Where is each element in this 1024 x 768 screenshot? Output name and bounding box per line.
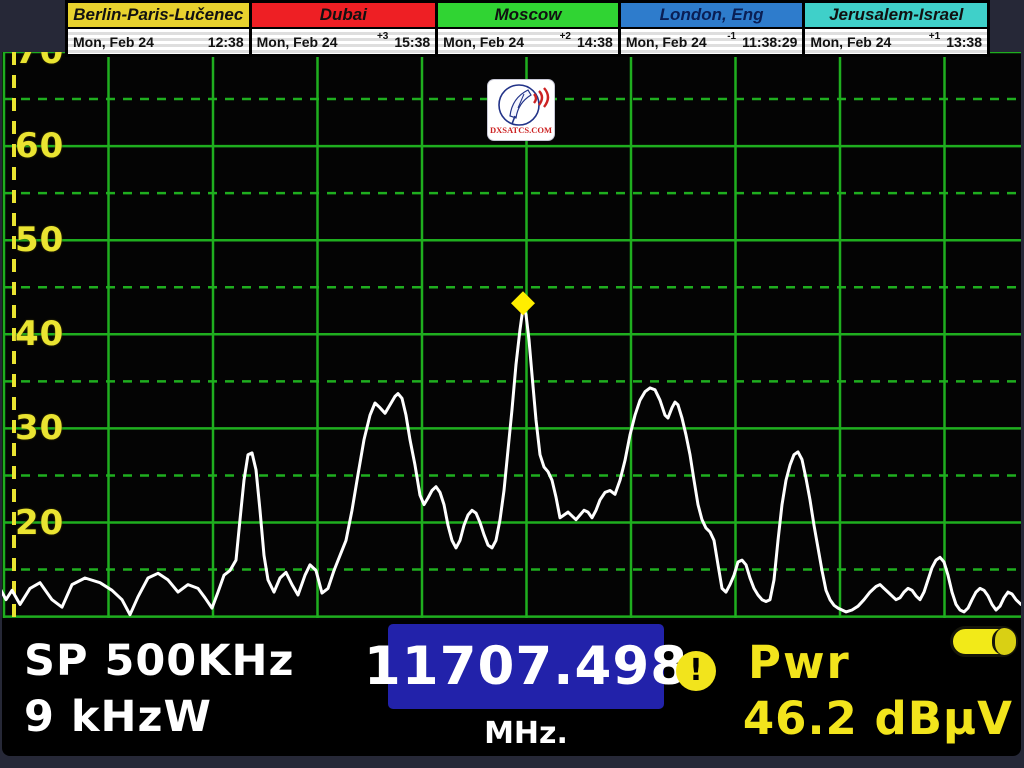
clock-utc-offset: +2	[560, 29, 571, 42]
frequency-value: 11707.498	[364, 636, 688, 697]
clock-datetime-row: Mon, Feb 24 -1 11:38:29	[621, 29, 803, 54]
clock-date: Mon, Feb 24	[257, 34, 377, 50]
bottom-readout-bar: SP 500KHz 9 kHzW 11707.498 MHz. ! Pwr 46…	[2, 620, 1021, 756]
clock-date: Mon, Feb 24	[810, 34, 928, 50]
clock-city-header: Moscow	[438, 3, 618, 27]
logo-text: DXSATCS.COM	[490, 125, 552, 135]
dxsatcs-logo: DXSATCS.COM	[488, 80, 554, 140]
y-axis-tick-label: 20	[15, 503, 64, 543]
clock-city-header: Jerusalem-Israel	[805, 3, 987, 27]
signal-wave-icon	[534, 94, 536, 103]
signal-wave-icon	[544, 88, 548, 107]
dish-reflector	[510, 90, 531, 118]
alert-glyph: !	[689, 651, 703, 691]
y-axis-tick-label: 50	[15, 220, 64, 260]
clock-column-berlin: Berlin-Paris-Lučenec Mon, Feb 24 12:38	[68, 3, 249, 54]
power-value: 46.2 dBµV	[743, 692, 1013, 745]
clock-time: 12:38	[208, 34, 244, 50]
alert-exclamation-icon: !	[676, 651, 716, 691]
clock-column-dubai: Dubai Mon, Feb 24 +3 15:38	[252, 3, 436, 54]
frequency-unit-label: MHz.	[388, 716, 664, 751]
y-axis-tick-label: 40	[15, 314, 64, 354]
rbw-readout: 9 kHzW	[24, 692, 212, 742]
clock-city-header: Berlin-Paris-Lučenec	[68, 3, 249, 27]
clock-column-london: London, Eng Mon, Feb 24 -1 11:38:29	[621, 3, 803, 54]
power-label: Pwr	[748, 636, 851, 689]
y-axis-tick-label: 30	[15, 408, 64, 448]
clock-time: 13:38	[946, 34, 982, 50]
clock-time: 11:38:29	[742, 34, 797, 50]
clock-datetime-row: Mon, Feb 24 +2 14:38	[438, 29, 618, 54]
clock-utc-offset: +3	[377, 29, 388, 42]
clock-datetime-row: Mon, Feb 24 +3 15:38	[252, 29, 436, 54]
clock-date: Mon, Feb 24	[626, 34, 727, 50]
clock-datetime-row: Mon, Feb 24 +1 13:38	[805, 29, 987, 54]
power-toggle[interactable]	[950, 626, 1018, 657]
clock-time: 15:38	[394, 34, 430, 50]
world-clock-bar: Berlin-Paris-Lučenec Mon, Feb 24 12:38 D…	[65, 0, 990, 57]
clock-datetime-row: Mon, Feb 24 12:38	[68, 29, 249, 54]
clock-city-header: London, Eng	[621, 3, 803, 27]
clock-utc-offset: -1	[727, 29, 736, 42]
spectrum-trace	[2, 308, 1021, 615]
clock-column-jerusalem: Jerusalem-Israel Mon, Feb 24 +1 13:38	[805, 3, 987, 54]
y-axis-tick-label: 60	[15, 126, 64, 166]
peak-marker-diamond-icon	[511, 291, 535, 315]
satellite-dish-icon: DXSATCS.COM	[488, 80, 554, 140]
y-axis-tick-label: 70	[15, 52, 64, 72]
signal-wave-icon	[539, 91, 542, 105]
frequency-display: 11707.498	[388, 624, 664, 709]
clock-city-header: Dubai	[252, 3, 436, 27]
toggle-knob	[992, 628, 1016, 655]
clock-column-moscow: Moscow Mon, Feb 24 +2 14:38	[438, 3, 618, 54]
span-readout: SP 500KHz	[24, 636, 295, 686]
clock-time: 14:38	[577, 34, 613, 50]
clock-utc-offset: +1	[929, 29, 940, 42]
clock-date: Mon, Feb 24	[443, 34, 559, 50]
clock-date: Mon, Feb 24	[73, 34, 202, 50]
